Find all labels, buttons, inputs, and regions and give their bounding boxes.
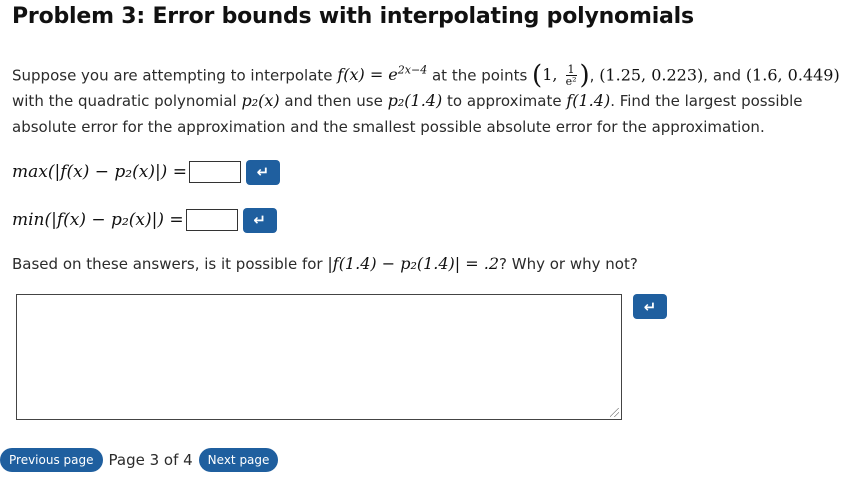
min-error-label: min(|f(x) − p₂(x)|) =: [12, 210, 184, 230]
return-arrow-icon: ↵: [256, 163, 270, 181]
min-error-submit-button[interactable]: ↵: [242, 207, 277, 233]
max-error-label: max(|f(x) − p₂(x)|) =: [12, 162, 187, 182]
return-arrow-icon: ↵: [253, 211, 266, 229]
p2-at-1-4: p₂(1.4): [387, 91, 443, 111]
max-error-submit-button[interactable]: ↵: [245, 159, 280, 185]
max-error-input[interactable]: [188, 161, 241, 183]
min-error-input[interactable]: [185, 209, 238, 231]
problem-statement: Suppose you are attempting to interpolat…: [12, 60, 840, 137]
resize-handle-icon[interactable]: [610, 408, 619, 417]
function-definition: f(x) = e2x−4: [337, 64, 428, 85]
return-arrow-icon: ↵: [643, 297, 657, 316]
f-at-1-4: f(1.4): [566, 91, 611, 111]
polynomial-p2: p₂(x): [241, 91, 280, 111]
previous-page-button[interactable]: Previous page: [0, 447, 103, 472]
pagination: Previous page Page 3 of 4 Next page: [0, 447, 279, 472]
point-3: (1.6, 0.449): [745, 65, 840, 85]
point-2: (1.25, 0.223): [599, 65, 704, 85]
follow-up-question: Based on these answers, is it possible f…: [12, 254, 638, 273]
problem-title: Problem 3: Error bounds with interpolati…: [12, 4, 694, 29]
max-error-row: max(|f(x) − p₂(x)|) = ↵: [12, 158, 280, 186]
next-page-button[interactable]: Next page: [198, 447, 279, 472]
point-1: (1, 1 e²): [532, 60, 590, 91]
error-expression: |f(1.4) − p₂(1.4)| = .2: [327, 254, 500, 273]
page-indicator: Page 3 of 4: [108, 450, 193, 469]
min-error-row: min(|f(x) − p₂(x)|) = ↵: [12, 206, 277, 234]
explanation-textarea[interactable]: [16, 294, 622, 420]
explanation-submit-button[interactable]: ↵: [633, 294, 667, 319]
